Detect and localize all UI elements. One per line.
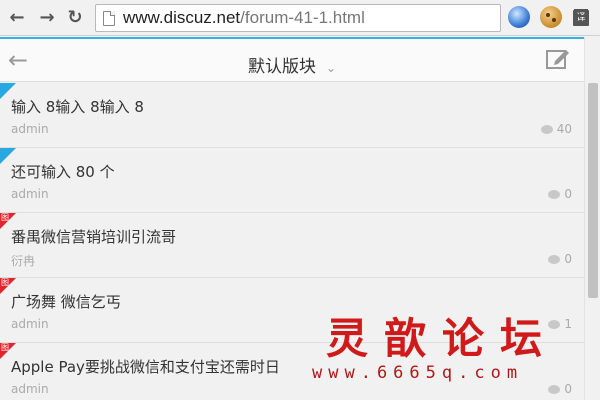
browser-toolbar: ← → ↻ www.discuz.net/forum-41-1.html 译 — [0, 0, 600, 36]
forum-title[interactable]: 默认版块 ⌄ — [0, 52, 584, 77]
reload-icon[interactable]: ↻ — [64, 6, 86, 28]
comment-icon — [548, 254, 561, 264]
thread-title: 输入 8输入 8输入 8 — [11, 98, 144, 116]
thread-author: 衍冉 — [11, 254, 36, 268]
app-header: ← 默认版块 ⌄ — [0, 37, 584, 82]
chevron-down-icon: ⌄ — [325, 61, 337, 75]
back-icon[interactable]: ← — [6, 6, 28, 28]
forward-icon[interactable]: → — [36, 6, 58, 28]
url-text: www.discuz.net/forum-41-1.html — [123, 8, 365, 27]
thread-author: admin — [11, 187, 49, 201]
image-badge-text: 图 — [1, 213, 9, 222]
cookie-extension-icon[interactable] — [540, 6, 562, 28]
watermark: 灵歆论坛 www.6665q.com — [312, 305, 582, 395]
forum-title-text: 默认版块 — [247, 57, 316, 77]
thread-row[interactable]: 图 番禺微信营销培训引流哥 衍冉 0 — [0, 213, 584, 278]
thread-replies: 40 — [540, 122, 572, 136]
comment-icon — [540, 124, 553, 134]
scrollbar[interactable] — [584, 37, 600, 400]
thread-title: 还可输入 80 个 — [11, 163, 115, 181]
thread-author: admin — [11, 317, 49, 331]
reply-count: 0 — [564, 252, 572, 266]
watermark-url: www.6665q.com — [312, 363, 524, 383]
thread-title: Apple Pay要挑战微信和支付宝还需时日 — [11, 358, 280, 376]
thread-row[interactable]: 输入 8输入 8输入 8 admin 40 — [0, 83, 584, 148]
address-bar[interactable]: www.discuz.net/forum-41-1.html 译 — [95, 4, 589, 32]
thread-author: admin — [11, 122, 49, 136]
reply-count: 0 — [564, 187, 572, 201]
thread-title: 番禺微信营销培训引流哥 — [11, 228, 177, 246]
compose-icon[interactable] — [546, 48, 570, 70]
thread-replies: 0 — [548, 252, 572, 266]
page-icon — [103, 11, 115, 26]
image-badge-text: 图 — [1, 278, 9, 287]
thread-row[interactable]: 还可输入 80 个 admin 0 — [0, 148, 584, 213]
image-badge-text: 图 — [1, 343, 9, 352]
menu-icon[interactable] — [574, 9, 588, 23]
thread-replies: 0 — [548, 187, 572, 201]
scroll-thumb[interactable] — [588, 83, 598, 298]
comment-icon — [548, 189, 561, 199]
thread-title: 广场舞 微信乞丐 — [11, 293, 121, 311]
reply-count: 40 — [556, 122, 572, 136]
thread-author: admin — [11, 382, 49, 396]
watermark-title: 灵歆论坛 — [326, 314, 559, 363]
globe-extension-icon[interactable] — [508, 6, 530, 28]
